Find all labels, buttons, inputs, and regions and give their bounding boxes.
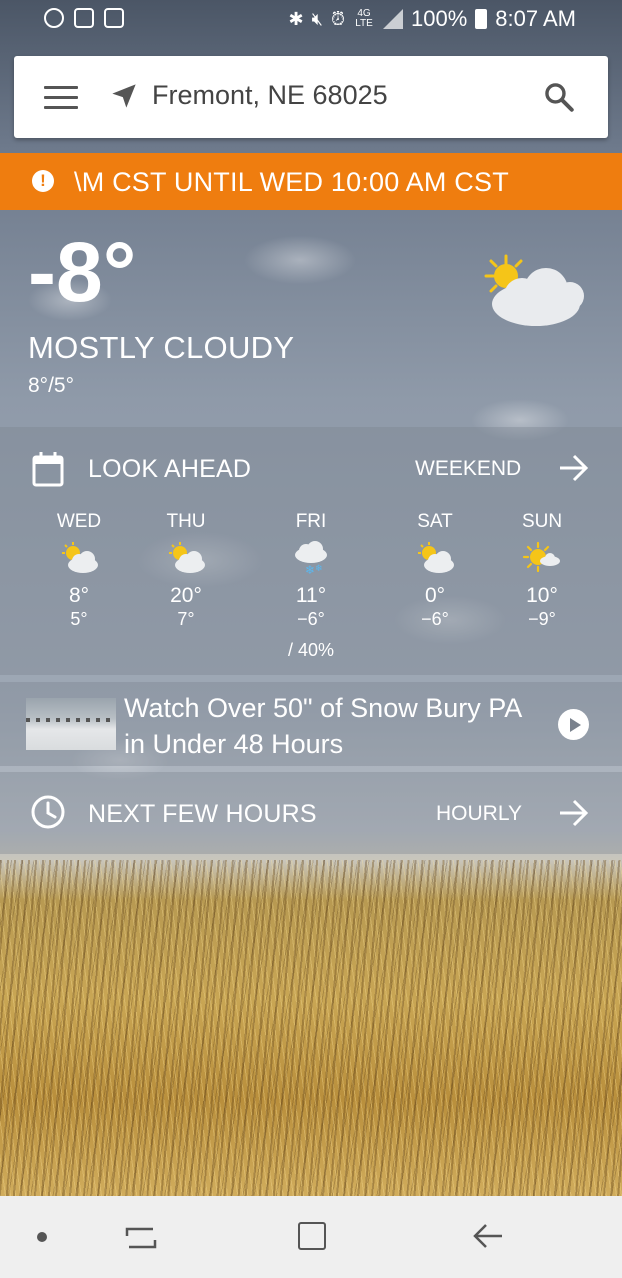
day-high: 0° bbox=[424, 584, 446, 607]
day-low: 7° bbox=[177, 609, 195, 629]
day-high: 20° bbox=[170, 584, 202, 607]
bluetooth-icon: ✱ bbox=[288, 8, 304, 29]
look-ahead-title: LOOK AHEAD bbox=[88, 455, 252, 483]
mute-icon: 🔇︎ bbox=[311, 8, 323, 29]
current-hi-lo: 8°/5° bbox=[28, 374, 74, 397]
clock-icon bbox=[31, 795, 65, 829]
forecast-day-sun[interactable]: SUN 10° −9° bbox=[497, 511, 587, 630]
battery-percent: 100% bbox=[411, 6, 468, 31]
next-few-hours-title: NEXT FEW HOURS bbox=[88, 800, 317, 828]
current-condition: MOSTLY CLOUDY bbox=[28, 330, 295, 365]
status-bar: ✱ 🔇︎ ⏰︎ 4G LTE 100% 8:07 AM bbox=[0, 0, 622, 40]
day-name: FRI bbox=[295, 511, 327, 532]
play-icon[interactable] bbox=[558, 709, 589, 740]
day-name: SUN bbox=[521, 511, 563, 532]
svg-text:❄: ❄ bbox=[315, 564, 323, 574]
snow-icon: ❄ ❄ bbox=[295, 541, 327, 577]
weather-notification-icon bbox=[44, 8, 64, 28]
day-low: −6° bbox=[297, 609, 325, 629]
forecast-day-wed[interactable]: WED 8° 5° bbox=[34, 511, 124, 630]
day-high: 10° bbox=[526, 584, 558, 607]
partly-cloudy-icon bbox=[484, 254, 584, 326]
weather-alert-banner[interactable]: ! \M CST UNTIL WED 10:00 AM CST bbox=[0, 153, 622, 210]
calendar-icon bbox=[32, 452, 64, 487]
mostly-sunny-icon bbox=[522, 541, 560, 573]
clock-time: 8:07 AM bbox=[495, 6, 576, 31]
arrow-right-icon[interactable] bbox=[558, 453, 590, 483]
day-high: 8° bbox=[68, 584, 90, 607]
partly-cloudy-icon bbox=[62, 542, 98, 573]
forecast-day-fri[interactable]: FRI ❄ ❄ 11° −6° / 40% bbox=[266, 511, 356, 661]
day-low: −9° bbox=[528, 609, 556, 629]
forecast-day-sat[interactable]: SAT 0° −6° bbox=[390, 511, 480, 630]
recent-apps-icon[interactable] bbox=[125, 1224, 157, 1252]
day-name: WED bbox=[56, 511, 102, 532]
current-temperature: -8° bbox=[28, 225, 137, 319]
video-thumbnail[interactable] bbox=[26, 698, 116, 750]
day-low: −6° bbox=[421, 609, 449, 629]
forecast-day-thu[interactable]: THU 20° 7° bbox=[141, 511, 231, 630]
system-nav-bar bbox=[0, 1196, 622, 1278]
search-icon[interactable] bbox=[542, 80, 576, 114]
weekend-link[interactable]: WEEKEND bbox=[415, 457, 521, 481]
hourly-link[interactable]: HOURLY bbox=[436, 802, 522, 826]
partly-cloudy-icon bbox=[169, 542, 205, 573]
home-icon[interactable] bbox=[298, 1222, 326, 1250]
menu-icon[interactable] bbox=[44, 86, 78, 110]
alarm-icon: ⏰︎ bbox=[330, 8, 345, 29]
video-card[interactable]: Watch Over 50" of Snow Bury PA in Under … bbox=[0, 682, 622, 766]
calendar-notification-icon bbox=[104, 8, 124, 28]
location-arrow-icon[interactable] bbox=[110, 82, 138, 110]
arrow-right-icon[interactable] bbox=[558, 798, 590, 828]
signal-icon bbox=[383, 9, 403, 29]
look-ahead-panel[interactable]: LOOK AHEAD WEEKEND WED 8° 5° THU 20° 7° bbox=[0, 427, 622, 675]
location-text[interactable]: Fremont, NE 68025 bbox=[152, 80, 388, 111]
back-icon[interactable] bbox=[472, 1222, 504, 1250]
location-bar[interactable]: Fremont, NE 68025 bbox=[14, 56, 608, 138]
network-type: 4G LTE bbox=[355, 8, 373, 29]
precip-chance: / 40% bbox=[287, 640, 335, 660]
day-name: THU bbox=[166, 511, 206, 532]
nav-dot-icon[interactable] bbox=[37, 1232, 47, 1242]
day-low: 5° bbox=[70, 609, 88, 629]
partly-cloudy-icon bbox=[418, 542, 454, 573]
svg-text:❄: ❄ bbox=[305, 563, 315, 575]
background-grass bbox=[0, 860, 622, 1196]
day-high: 11° bbox=[295, 584, 327, 607]
video-title[interactable]: Watch Over 50" of Snow Bury PA in Under … bbox=[124, 690, 534, 762]
battery-icon bbox=[475, 9, 488, 29]
alert-text: \M CST UNTIL WED 10:00 AM CST bbox=[74, 167, 509, 197]
day-name: SAT bbox=[417, 511, 453, 532]
instagram-icon bbox=[74, 8, 94, 28]
next-few-hours-panel[interactable]: NEXT FEW HOURS HOURLY bbox=[0, 772, 622, 854]
alert-icon: ! bbox=[32, 170, 54, 192]
